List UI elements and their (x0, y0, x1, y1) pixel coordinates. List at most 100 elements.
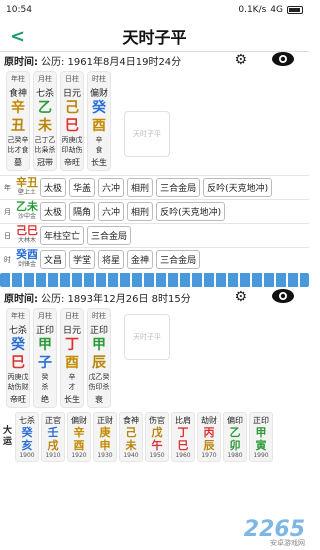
pillar-hidden-gods: 才 (68, 383, 76, 391)
dayun-item[interactable]: 食神己未 1940 (119, 412, 143, 462)
chip[interactable]: 相刑 (127, 178, 154, 197)
pillar-hour[interactable]: 时柱 偏财 癸 酉 辛 食 长生 (87, 71, 111, 171)
site-watermark-sub: 安卓游戏网 (270, 539, 305, 547)
dayun-branch: 辰 (203, 439, 215, 452)
pillar-stem: 丁 (65, 337, 79, 353)
dayun-branch: 戌 (47, 439, 59, 452)
pillar-branch: 酉 (65, 355, 79, 371)
pillar-month[interactable]: 月柱 七杀 乙 未 己丁乙 比枭杀 冠带 (33, 71, 57, 171)
pillar-day[interactable]: 日柱 日元 丁 酉 辛 才 长生 (60, 308, 84, 408)
pillar-head: 时柱 (92, 75, 106, 83)
dayun-item[interactable]: 比肩丁巳 1960 (171, 412, 195, 462)
gear-icon[interactable]: ⚙ (234, 289, 247, 305)
chip[interactable]: 华盖 (69, 178, 96, 197)
pillar-state: 长生 (64, 395, 80, 404)
chip[interactable]: 六冲 (98, 178, 125, 197)
pillar-head: 日柱 (65, 75, 79, 83)
chip[interactable]: 三合金局 (156, 250, 201, 269)
pillar-year[interactable]: 年柱 七杀 癸 巳 丙庚戊 劫伤财 帝旺 (6, 308, 30, 408)
pillar-branch: 未 (38, 118, 52, 134)
chip[interactable]: 金神 (127, 250, 154, 269)
chip[interactable]: 反吟(天克地冲) (156, 202, 226, 221)
pillar-god: 食神 (8, 89, 27, 99)
chart1-relations: 年 辛丑 壁上土 太极 华盖 六冲 相刑 三合金局 反吟(天克地冲) 月 乙未 沙中… (0, 175, 309, 271)
seal-stamp: 天时子平 (124, 314, 170, 360)
wave-divider (0, 273, 309, 287)
pillar-hidden: 丙庚戊 (7, 373, 29, 381)
dayun-row: 大运 七杀癸亥 1900 正官壬戌 1910 偏财辛酉 1920 正财庚申 1930 食… (0, 410, 309, 464)
chip[interactable]: 将星 (98, 250, 125, 269)
chip[interactable]: 隔角 (69, 202, 96, 221)
eye-icon[interactable] (271, 288, 295, 304)
network-speed: 0.1K/s (238, 5, 267, 15)
pillar-stem: 甲 (38, 337, 52, 353)
network-type: 4G (270, 5, 283, 15)
gear-icon[interactable]: ⚙ (234, 52, 247, 68)
dayun-god: 食神 (123, 416, 139, 425)
chip[interactable]: 太极 (40, 202, 67, 221)
dayun-item[interactable]: 伤官戊午 1950 (145, 412, 169, 462)
chip[interactable]: 年柱空亡 (40, 226, 85, 245)
pillar-state: 帝旺 (10, 395, 26, 404)
row-tag: 年 (4, 183, 11, 192)
dayun-branch: 午 (151, 439, 163, 452)
chip[interactable]: 反吟(天克地冲) (203, 178, 273, 197)
pillar-hour[interactable]: 时柱 正印 甲 辰 戊乙癸 伤印杀 衰 (87, 308, 111, 408)
pillar-state: 衰 (95, 395, 103, 404)
chip[interactable]: 三合金局 (156, 178, 201, 197)
dayun-item[interactable]: 偏财辛酉 1920 (67, 412, 91, 462)
pillar-stem: 癸 (11, 337, 25, 353)
chip[interactable]: 三合金局 (87, 226, 132, 245)
dayun-branch: 卯 (229, 439, 241, 452)
pillar-state: 绝 (41, 395, 49, 404)
pillar-year[interactable]: 年柱 食神 辛 丑 己癸辛 比才食 墓 (6, 71, 30, 171)
row-tag: 日 (4, 231, 11, 240)
pillar-hidden: 丙庚戊 (61, 136, 83, 144)
dayun-year: 1980 (227, 452, 243, 459)
pillar-branch: 丑 (11, 118, 25, 134)
pillar-stem: 甲 (92, 337, 106, 353)
dayun-stem: 丙 (203, 426, 215, 439)
pillar-hidden-gods: 比才食 (7, 146, 29, 154)
dayun-branch: 未 (125, 439, 137, 452)
pillar-hidden: 癸 (41, 373, 49, 381)
row-ganzhi: 辛丑 壁上土 (14, 177, 40, 198)
pillar-hidden-gods: 比枭杀 (34, 146, 56, 154)
chip[interactable]: 相刑 (127, 202, 154, 221)
dayun-item[interactable]: 正官壬戌 1910 (41, 412, 65, 462)
row-tag: 月 (4, 207, 11, 216)
dayun-item[interactable]: 七杀癸亥 1900 (15, 412, 39, 462)
pillar-hidden: 己丁乙 (34, 136, 56, 144)
dayun-item[interactable]: 偏印乙卯 1980 (223, 412, 247, 462)
dayun-item[interactable]: 正财庚申 1930 (93, 412, 117, 462)
row-nayin: 壁上土 (17, 188, 36, 196)
relation-row-month: 月 乙未 沙中金 太极 隔角 六冲 相刑 反吟(天克地冲) (0, 199, 309, 223)
chart2-pillars: 年柱 七杀 癸 巳 丙庚戊 劫伤财 帝旺 月柱 正印 甲 子 癸 杀 绝 日柱 … (0, 305, 309, 408)
eye-icon[interactable] (271, 51, 295, 67)
dayun-item[interactable]: 正印甲寅 1990 (249, 412, 273, 462)
pillar-head: 时柱 (92, 312, 106, 320)
pillar-state: 冠带 (37, 158, 53, 167)
pillar-day[interactable]: 日柱 日元 己 巳 丙庚戊 印劫伤 帝旺 (60, 71, 84, 171)
back-icon[interactable]: < (10, 26, 25, 47)
pillar-god: 正印 (89, 326, 108, 336)
chip[interactable]: 学堂 (69, 250, 96, 269)
dayun-item[interactable]: 劫财丙辰 1970 (197, 412, 221, 462)
dayun-branch: 申 (99, 439, 111, 452)
chip[interactable]: 文昌 (40, 250, 67, 269)
chart2-header: 原时间: 公历: 1893年12月26日 8时15分 ⚙ (0, 289, 309, 305)
pillar-hidden-gods: 杀 (41, 383, 49, 391)
pillar-hidden: 己癸辛 (7, 136, 29, 144)
chip[interactable]: 太极 (40, 178, 67, 197)
dayun-branch: 巳 (177, 439, 189, 452)
chip[interactable]: 六冲 (98, 202, 125, 221)
chart1-date: 公历: 1961年8月4日19时24分 (41, 56, 182, 68)
pillar-branch: 子 (38, 355, 52, 371)
dayun-god: 正财 (97, 416, 113, 425)
pillar-branch: 酉 (92, 118, 106, 134)
pillar-month[interactable]: 月柱 正印 甲 子 癸 杀 绝 (33, 308, 57, 408)
dayun-branch: 亥 (21, 439, 33, 452)
pillar-god: 七杀 (35, 89, 54, 99)
relation-row-day: 日 己巳 大林木 年柱空亡 三合金局 (0, 223, 309, 247)
chart2-date: 公历: 1893年12月26日 8时15分 (41, 293, 191, 305)
